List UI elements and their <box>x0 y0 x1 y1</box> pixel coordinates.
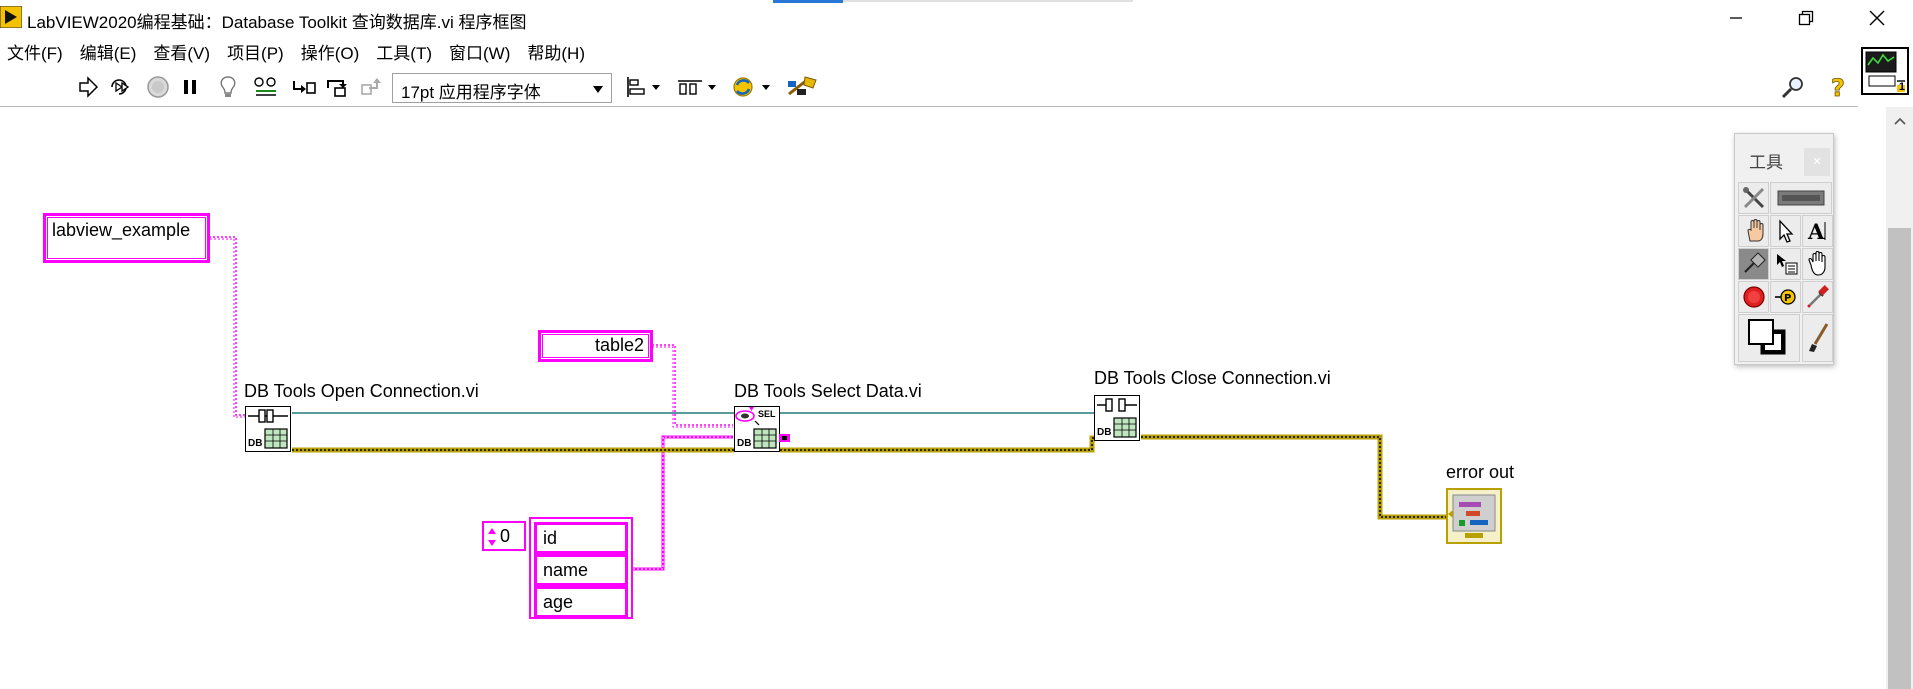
palette-title: 工具 <box>1749 153 1783 172</box>
breakpoint-icon <box>1742 286 1765 308</box>
database-name-constant[interactable]: labview_example <box>43 213 210 263</box>
set-breakpoint-tool-button[interactable] <box>1738 281 1769 313</box>
db-badge: DB <box>1097 427 1112 438</box>
close-icon: × <box>1812 153 1822 170</box>
columns-array-constant[interactable]: id name age <box>529 517 633 619</box>
wire-error-2[interactable] <box>780 435 1095 453</box>
close-connection-label: DB Tools Close Connection.vi <box>1094 368 1331 388</box>
set-color-tool-button[interactable] <box>1738 314 1800 362</box>
column-name: name <box>543 560 589 580</box>
palette-close-button[interactable]: × <box>1804 148 1830 176</box>
table-name-value: table2 <box>594 335 644 355</box>
operate-value-tool-button[interactable] <box>1738 215 1769 247</box>
automatic-tool-toggle[interactable] <box>1770 182 1832 214</box>
svg-text:P: P <box>1784 293 1791 304</box>
connect-wire-tool-button[interactable] <box>1738 248 1769 280</box>
svg-text:A: A <box>1807 219 1825 244</box>
eyedropper-icon <box>1807 285 1829 308</box>
arrow-cursor-icon <box>1778 219 1793 243</box>
db-badge: DB <box>737 438 752 449</box>
edit-text-tool-button[interactable]: A <box>1802 215 1833 247</box>
array-index-control[interactable]: 0 <box>482 521 526 551</box>
position-tool-button[interactable] <box>1770 215 1801 247</box>
table-name-constant[interactable]: table2 <box>538 330 653 362</box>
automatic-tool-button[interactable] <box>1738 182 1769 214</box>
color-boxes-icon <box>1748 319 1786 355</box>
tools-palette[interactable]: 工具 × A P <box>1734 133 1834 365</box>
error-out-indicator[interactable] <box>1446 488 1502 544</box>
probe-icon: P <box>1774 289 1796 305</box>
automatic-tool-icon <box>1742 187 1764 209</box>
wires-layer <box>209 236 1448 571</box>
operate-hand-icon <box>1746 219 1763 242</box>
database-name-value: labview_example <box>52 220 191 240</box>
paintbrush-tool-button[interactable] <box>1802 314 1833 362</box>
open-connection-node[interactable]: DB <box>245 406 291 452</box>
scroll-hand-icon <box>1807 251 1826 276</box>
open-connection-label: DB Tools Open Connection.vi <box>244 381 479 401</box>
column-age: age <box>543 592 574 612</box>
paintbrush-icon <box>1808 323 1828 352</box>
wire-error-3[interactable] <box>1141 434 1448 520</box>
error-cluster-icon <box>1448 494 1496 538</box>
array-element[interactable]: id <box>534 522 628 554</box>
text-tool-icon: A <box>1807 219 1825 244</box>
select-data-label: DB Tools Select Data.vi <box>734 381 922 401</box>
object-shortcut-menu-tool-button[interactable] <box>1770 248 1801 280</box>
probe-data-tool-button[interactable]: P <box>1770 281 1801 313</box>
column-id: id <box>543 528 558 548</box>
wire-columns[interactable] <box>633 435 733 571</box>
wire-spool-icon <box>1743 252 1766 273</box>
data-output-terminal-icon <box>779 434 790 442</box>
sel-badge: SEL <box>758 409 776 419</box>
close-connection-node[interactable]: DB <box>1094 395 1140 441</box>
array-element[interactable]: name <box>534 554 628 586</box>
error-out-label: error out <box>1446 462 1515 482</box>
select-data-node[interactable]: SEL DB <box>734 406 780 452</box>
toggle-led-icon <box>1777 190 1825 206</box>
db-badge: DB <box>248 438 263 449</box>
shortcut-menu-icon <box>1776 254 1797 275</box>
get-color-tool-button[interactable] <box>1802 281 1833 313</box>
array-index-value: 0 <box>500 526 511 546</box>
index-spinner-icon <box>488 528 496 546</box>
wire-database-name[interactable] <box>209 236 245 416</box>
array-element[interactable]: age <box>534 586 628 618</box>
scroll-window-tool-button[interactable] <box>1802 248 1833 280</box>
